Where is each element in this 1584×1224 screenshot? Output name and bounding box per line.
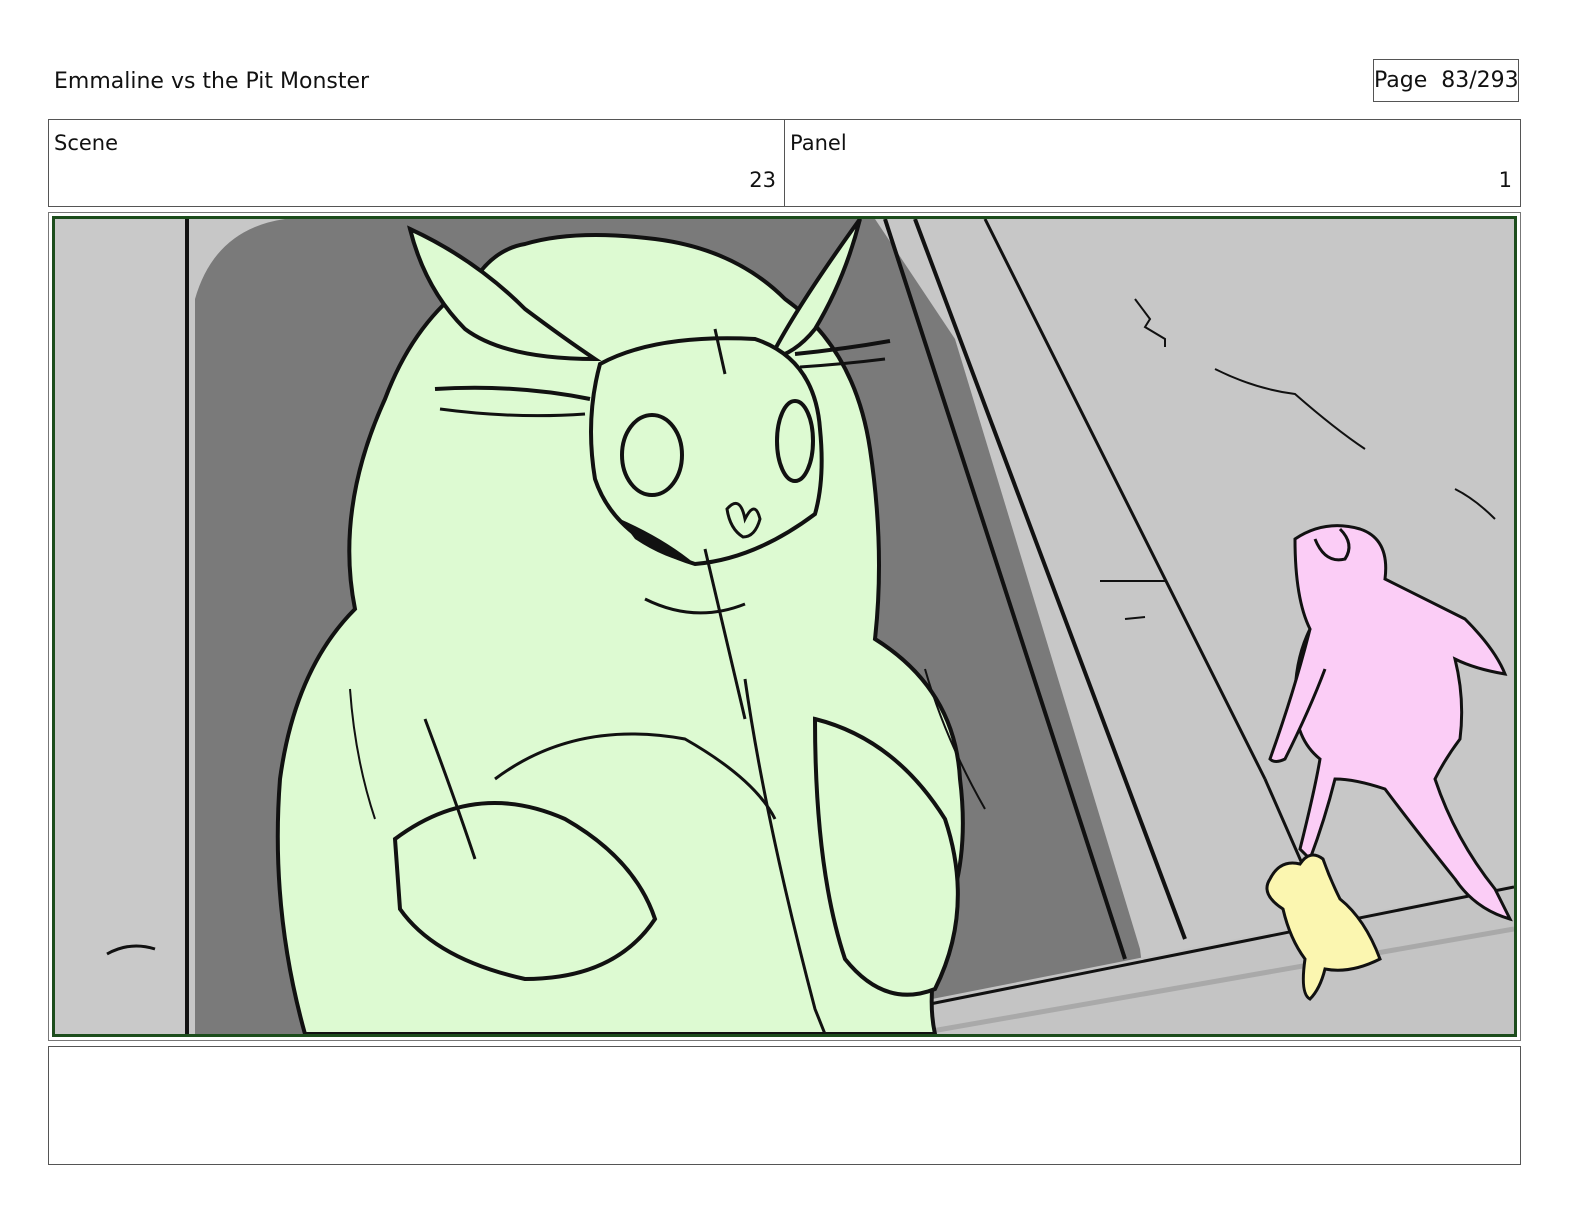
storyboard-sketch [55,219,1514,1034]
scene-panel-table: Scene 23 Panel 1 [48,119,1521,207]
scene-number: 23 [749,168,776,192]
notes-box [48,1046,1521,1165]
panel-number: 1 [1498,168,1512,192]
panel-label: Panel [790,131,847,155]
page-number: 83/293 [1441,68,1519,93]
page-label: Page [1374,68,1428,93]
scene-label: Scene [54,131,119,155]
page-indicator: Page 83/293 [1373,59,1519,102]
panel-cell: Panel 1 [784,120,1520,206]
left-pillar [55,219,187,1034]
document-title: Emmaline vs the Pit Monster [54,69,370,94]
scene-cell: Scene 23 [49,120,784,206]
storyboard-frame [52,216,1517,1037]
